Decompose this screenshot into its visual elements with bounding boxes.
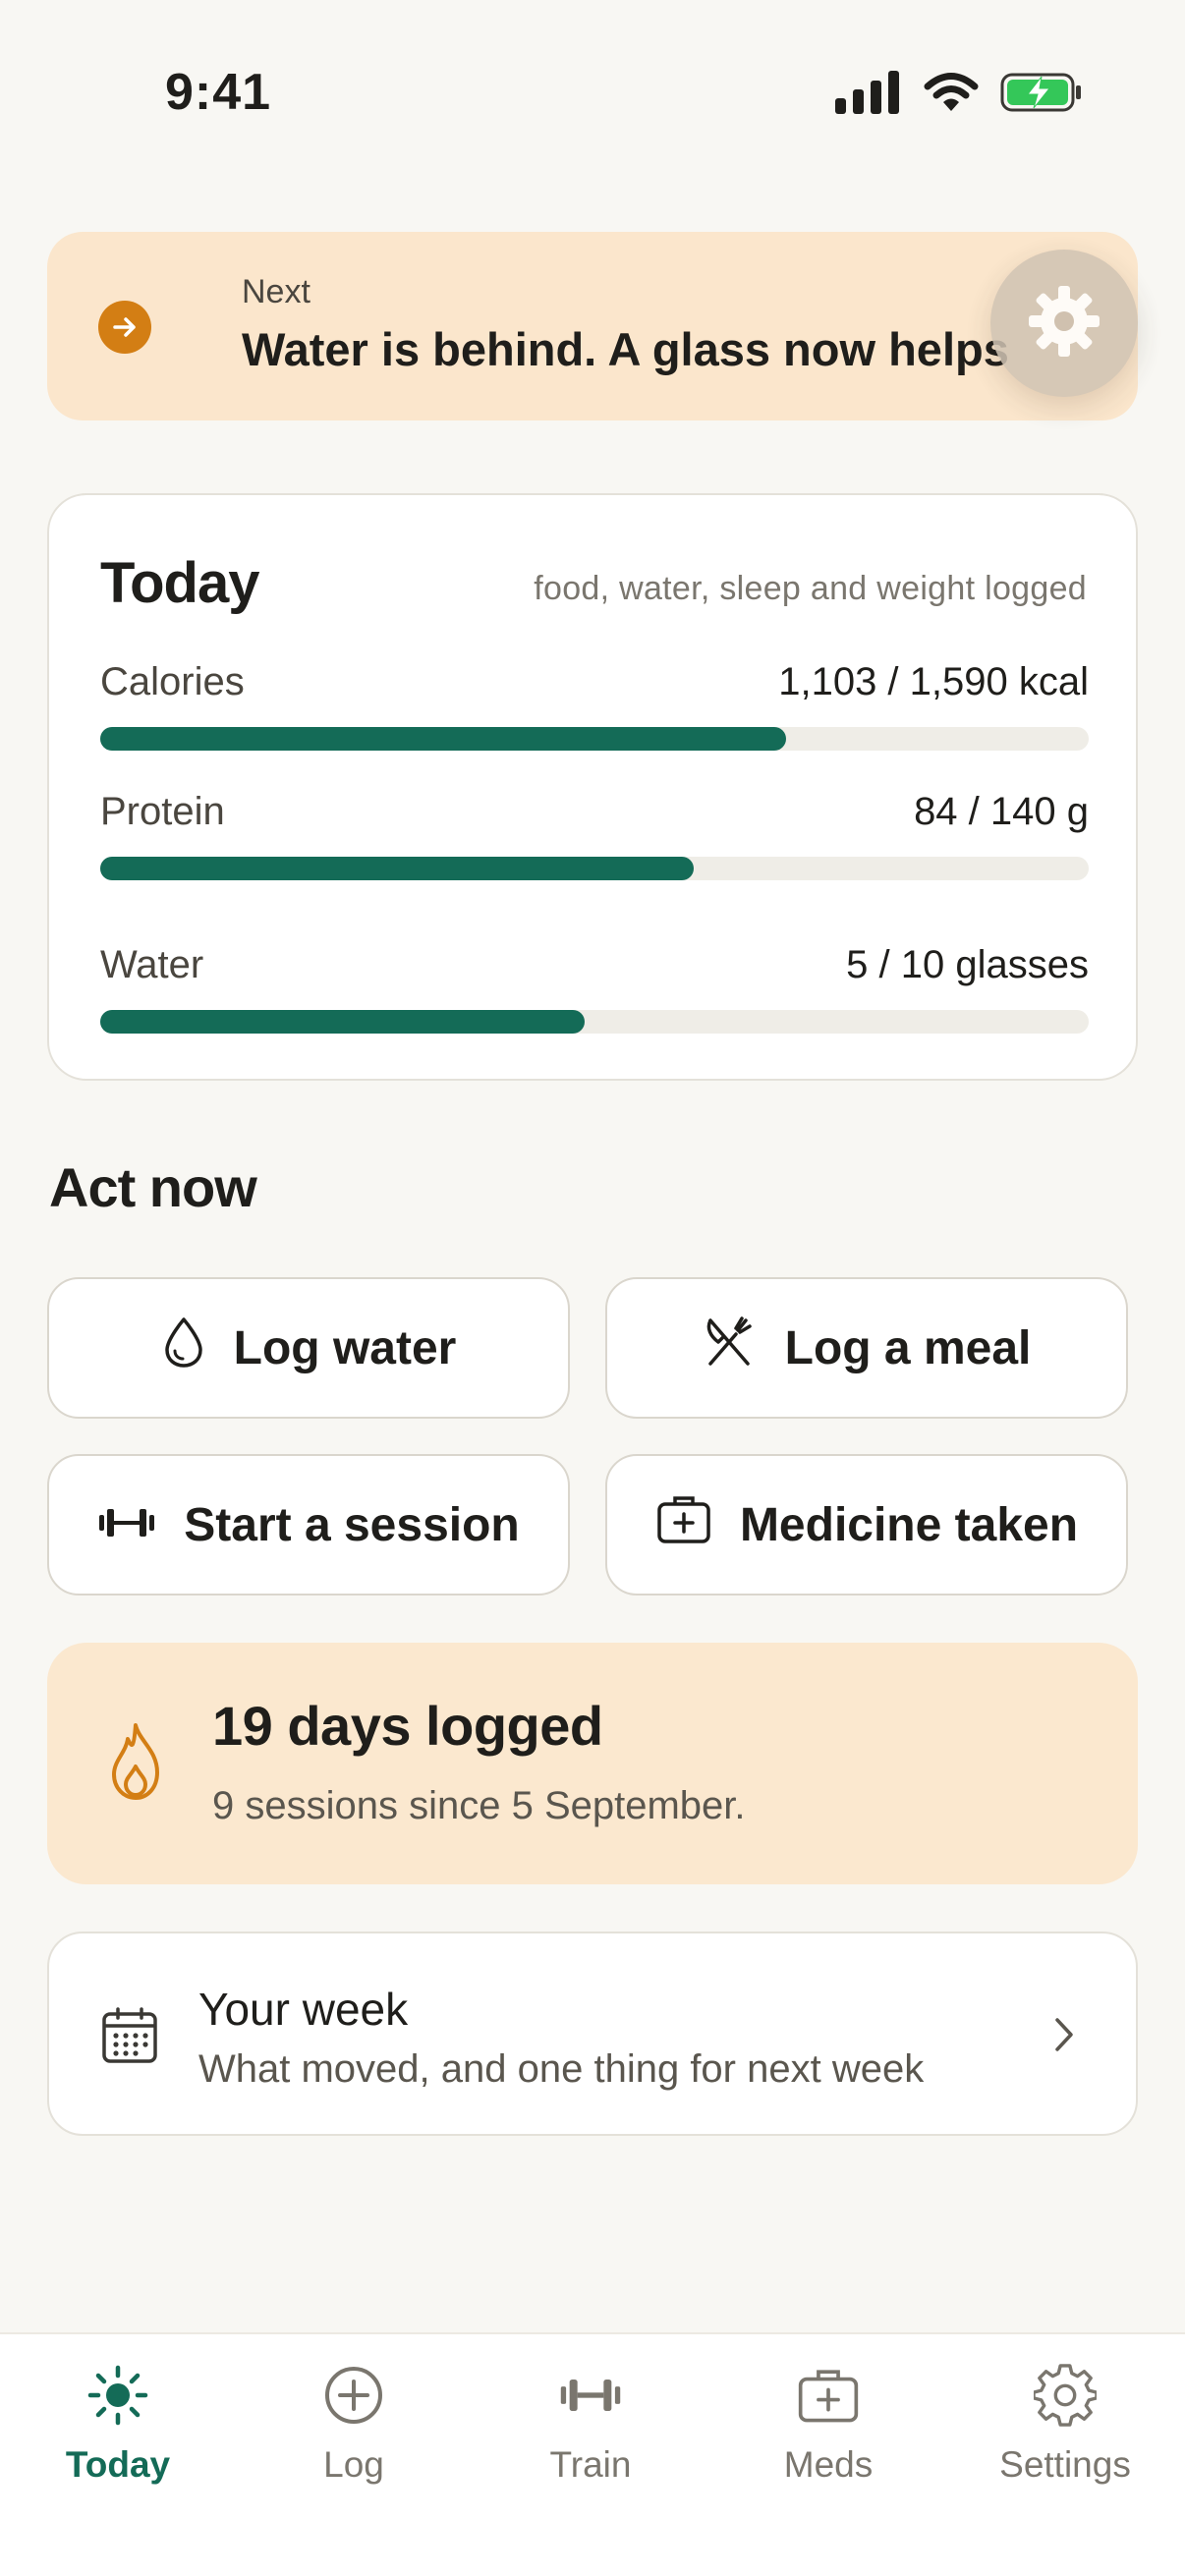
tab-label: Settings [999,2444,1131,2485]
progress-fill [100,727,787,751]
status-bar: 9:41 [0,0,1185,196]
tab-log[interactable]: Log [255,2364,452,2486]
plus-circle-icon [322,2364,385,2427]
today-title: Today [100,551,259,615]
calendar-icon [100,2006,159,2070]
chevron-right-icon [1049,2014,1079,2060]
today-subtitle: food, water, sleep and weight logged [534,570,1087,607]
log-water-button[interactable]: Log water [47,1277,570,1419]
streak-subtitle: 9 sessions since 5 September. [212,1784,746,1827]
next-suggestion-banner[interactable]: Next Water is behind. A glass now helps [47,232,1138,420]
medical-kit-icon [655,1492,712,1557]
status-time: 9:41 [165,64,272,121]
next-message: Water is behind. A glass now helps [242,323,1009,375]
metric-value: 5 / 10 glasses [846,943,1089,986]
log-meal-button[interactable]: Log a meal [605,1277,1128,1419]
metric-protein: Protein 84 / 140 g [100,790,1089,880]
gear-icon [1025,282,1103,365]
progress-track [100,857,1089,880]
metric-calories: Calories 1,103 / 1,590 kcal [100,660,1089,751]
metric-label: Calories [100,660,245,703]
act-now-heading: Act now [49,1156,257,1218]
tab-meds[interactable]: Meds [730,2364,927,2486]
medicine-taken-label: Medicine taken [739,1498,1079,1551]
droplet-icon [161,1316,206,1380]
medicine-taken-button[interactable]: Medicine taken [605,1454,1128,1596]
streak-title: 19 days logged [212,1695,603,1757]
dumbbell-icon [97,1498,156,1552]
medical-kit-icon [797,2364,860,2427]
next-label: Next [242,273,310,310]
battery-charging-icon [1000,72,1083,118]
metric-label: Water [100,943,204,986]
progress-fill [100,1010,585,1034]
metric-value: 84 / 140 g [914,790,1089,833]
progress-track [100,1010,1089,1034]
progress-fill [100,857,694,880]
tab-label: Today [65,2444,171,2485]
dumbbell-icon [559,2364,622,2427]
tab-label: Train [549,2444,632,2485]
metric-water: Water 5 / 10 glasses [100,943,1089,1034]
settings-fab-button[interactable] [990,250,1138,397]
metric-value: 1,103 / 1,590 kcal [778,660,1089,703]
week-title: Your week [198,1984,409,2035]
arrow-right-icon [98,301,151,354]
streak-card: 19 days logged 9 sessions since 5 Septem… [47,1643,1138,1884]
tab-today[interactable]: Today [20,2364,216,2486]
tab-label: Meds [783,2444,874,2485]
log-water-label: Log water [233,1321,457,1374]
status-icons [835,71,1083,119]
metric-label: Protein [100,790,225,833]
fork-knife-icon [703,1315,758,1381]
today-summary-card: Today food, water, sleep and weight logg… [47,493,1138,1081]
cellular-signal-icon [835,71,902,119]
wifi-icon [924,72,979,118]
log-meal-label: Log a meal [784,1321,1032,1374]
start-session-label: Start a session [184,1498,520,1551]
tab-settings[interactable]: Settings [967,2364,1163,2486]
tab-train[interactable]: Train [492,2364,689,2486]
bottom-tab-bar: Today Log Train Meds Settings [0,2332,1185,2576]
gear-icon [1034,2364,1097,2427]
progress-track [100,727,1089,751]
app-screen: 9:41 Next Water is behind. A glass now h… [0,0,1185,2576]
week-subtitle: What moved, and one thing for next week [198,2047,925,2091]
tab-label: Log [323,2444,384,2485]
your-week-card[interactable]: Your week What moved, and one thing for … [47,1932,1138,2136]
sun-icon [86,2364,149,2427]
start-session-button[interactable]: Start a session [47,1454,570,1596]
flame-icon [106,1721,165,1807]
